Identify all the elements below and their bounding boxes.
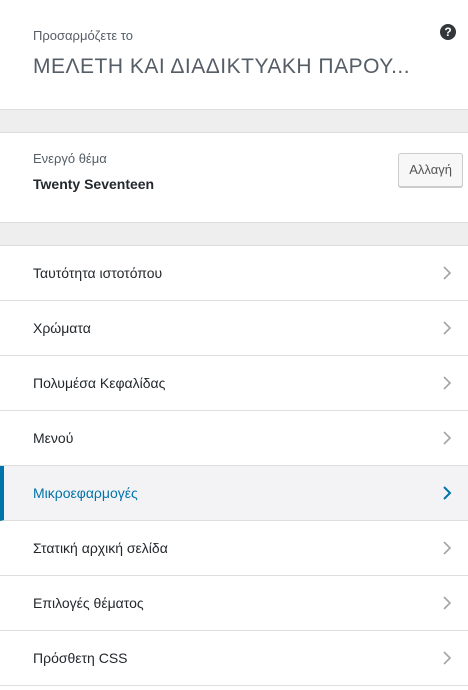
menu-item-theme-options[interactable]: Επιλογές θέματος <box>0 576 468 631</box>
menu-item-static-front-page[interactable]: Στατική αρχική σελίδα <box>0 521 468 576</box>
menu-item-label: Επιλογές θέματος <box>33 595 144 611</box>
chevron-right-icon <box>442 246 452 300</box>
chevron-right-icon <box>442 411 452 465</box>
chevron-right-icon <box>442 301 452 355</box>
active-theme-name: Twenty Seventeen <box>33 176 155 192</box>
menu-item-site-identity[interactable]: Ταυτότητα ιστοτόπου <box>0 246 468 301</box>
customizer-header: Προσαρμόζετε το ΜΕΛΕΤΗ ΚΑΙ ΔΙΑΔΙΚΤΥΑΚΗ Π… <box>0 0 468 110</box>
menu-item-additional-css[interactable]: Πρόσθετη CSS <box>0 631 468 686</box>
menu-item-colors[interactable]: Χρώματα <box>0 301 468 356</box>
active-theme-label: Ενεργό θέμα <box>33 151 107 166</box>
active-theme-section: Ενεργό θέμα Twenty Seventeen Αλλαγή <box>0 133 468 223</box>
site-title: ΜΕΛΕΤΗ ΚΑΙ ΔΙΑΔΙΚΤΥΑΚΗ ΠΑΡΟΥ... <box>33 55 411 78</box>
menu-item-label: Μενού <box>33 430 74 446</box>
menu-item-header-media[interactable]: Πολυμέσα Κεφαλίδας <box>0 356 468 411</box>
menu-item-widgets[interactable]: Μικροεφαρμογές <box>0 466 468 521</box>
chevron-right-icon <box>442 576 452 630</box>
change-theme-button[interactable]: Αλλαγή <box>398 153 463 187</box>
menu-item-label: Πολυμέσα Κεφαλίδας <box>33 375 166 391</box>
menu-item-label: Πρόσθετη CSS <box>33 650 128 666</box>
menu-item-label: Μικροεφαρμογές <box>33 485 138 501</box>
menu-item-label: Ταυτότητα ιστοτόπου <box>33 265 163 281</box>
section-divider <box>0 110 468 133</box>
customizer-menu: Ταυτότητα ιστοτόπου Χρώματα Πολυμέσα Κεφ… <box>0 246 468 686</box>
section-divider <box>0 223 468 246</box>
customizer-panel: Προσαρμόζετε το ΜΕΛΕΤΗ ΚΑΙ ΔΙΑΔΙΚΤΥΑΚΗ Π… <box>0 0 468 690</box>
menu-item-menus[interactable]: Μενού <box>0 411 468 466</box>
chevron-right-icon <box>442 466 452 520</box>
menu-item-label: Χρώματα <box>33 320 91 336</box>
customizing-subtitle: Προσαρμόζετε το <box>33 28 133 43</box>
menu-item-label: Στατική αρχική σελίδα <box>33 540 168 556</box>
chevron-right-icon <box>442 631 452 685</box>
help-icon[interactable]: ? <box>440 24 456 40</box>
chevron-right-icon <box>442 521 452 575</box>
chevron-right-icon <box>442 356 452 410</box>
